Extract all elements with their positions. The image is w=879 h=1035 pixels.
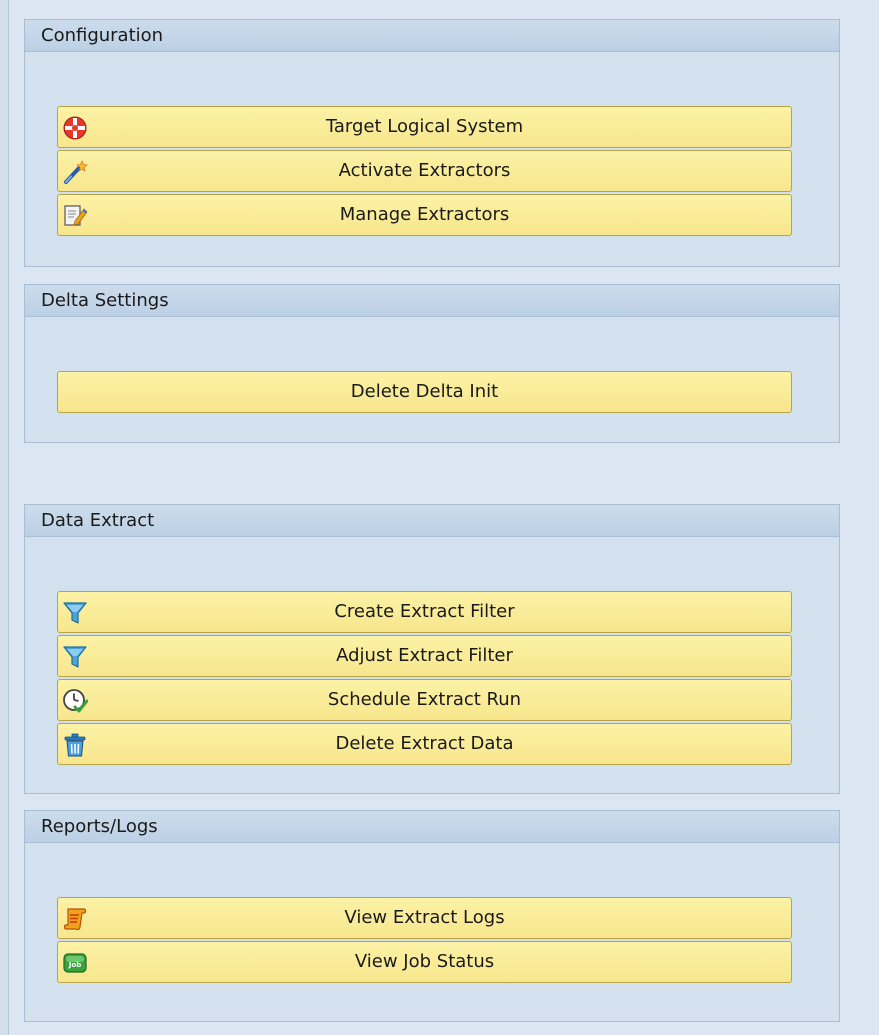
schedule-extract-run-label: Schedule Extract Run [327,689,522,710]
configuration-group: Configuration Target Logical System Acti… [24,19,840,267]
delete-delta-init-button[interactable]: Delete Delta Init [57,371,792,413]
view-extract-logs-button[interactable]: View Extract Logs [57,897,792,939]
data-extract-header: Data Extract [25,505,839,537]
left-rail [0,0,9,1035]
delete-extract-data-button[interactable]: Delete Extract Data [57,723,792,765]
delete-extract-data-label: Delete Extract Data [335,733,514,754]
schedule-extract-run-button[interactable]: Schedule Extract Run [57,679,792,721]
adjust-extract-filter-button[interactable]: Adjust Extract Filter [57,635,792,677]
activate-extractors-label: Activate Extractors [338,160,511,181]
view-job-status-button[interactable]: Job View Job Status [57,941,792,983]
create-extract-filter-button[interactable]: Create Extract Filter [57,591,792,633]
target-logical-system-button[interactable]: Target Logical System [57,106,792,148]
create-extract-filter-label: Create Extract Filter [334,601,515,622]
manage-extractors-label: Manage Extractors [339,204,510,225]
target-logical-system-label: Target Logical System [325,116,524,137]
activate-extractors-button[interactable]: Activate Extractors [57,150,792,192]
delta-settings-group: Delta Settings Delete Delta Init [24,284,840,443]
view-job-status-label: View Job Status [354,951,495,972]
delete-delta-init-label: Delete Delta Init [350,381,499,402]
adjust-extract-filter-label: Adjust Extract Filter [336,645,513,666]
view-extract-logs-label: View Extract Logs [344,907,505,928]
reports-logs-header: Reports/Logs [25,811,839,843]
manage-extractors-button[interactable]: Manage Extractors [57,194,792,236]
data-extract-group: Data Extract Create Extract Filter Adjus… [24,504,840,794]
reports-logs-group: Reports/Logs View Extract Logs Job View … [24,810,840,1022]
configuration-header: Configuration [25,20,839,52]
delta-settings-header: Delta Settings [25,285,839,317]
